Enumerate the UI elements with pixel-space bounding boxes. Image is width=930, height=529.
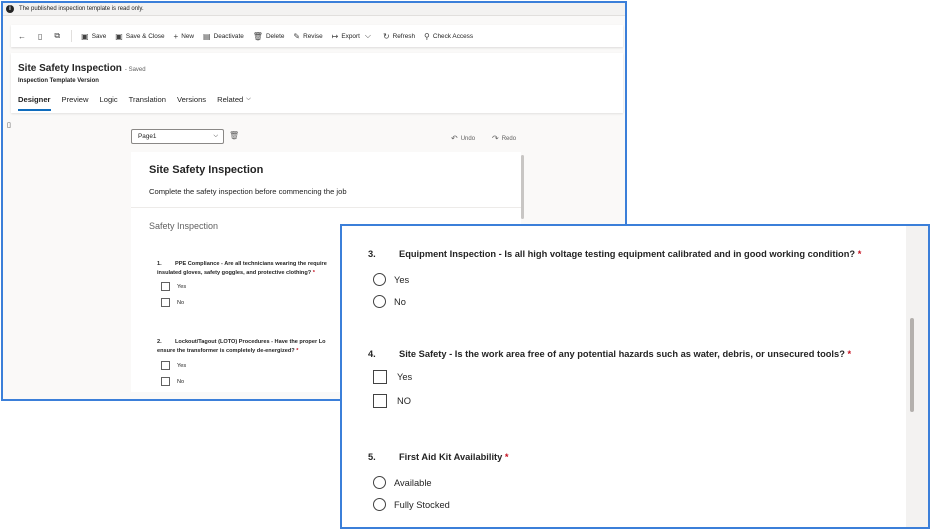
divider [131,207,521,208]
q4-option-no[interactable]: NO [373,394,411,408]
deactivate-button[interactable]: ▤ Deactivate [203,32,244,41]
question-3: 3. Equipment Inspection - Is all high vol… [368,249,862,259]
clipboard-icon[interactable]: ▯ [7,121,11,129]
q5-option-available[interactable]: Available [373,476,432,489]
radio-button[interactable] [373,273,386,286]
q4-option-yes[interactable]: Yes [373,370,412,384]
checkbox[interactable] [373,394,387,408]
q1-option-yes[interactable]: Yes [161,282,186,291]
save-close-button[interactable]: ▣ Save & Close [115,32,164,41]
q3-option-yes[interactable]: Yes [373,273,409,286]
new-button[interactable]: + New [174,32,194,41]
open-new-window-button[interactable]: ⧉ [54,31,63,41]
redo-icon: ↷ [492,134,499,143]
delete-page-icon[interactable]: 🗑 [229,131,239,140]
q2-option-no[interactable]: No [161,377,184,386]
chevron-down-icon: ⌵ [364,31,371,40]
read-only-notification: i The published inspection template is r… [3,3,625,16]
question-5: 5. First Aid Kit Availability * [368,452,509,462]
tab-related[interactable]: Related ⌵ [217,95,251,107]
save-status: - Saved [124,67,146,73]
checkbox[interactable] [161,377,170,386]
entity-name: Inspection Template Version [18,78,99,84]
trash-icon: 🗑 [252,31,263,41]
divider [71,30,73,42]
info-icon: i [6,5,14,13]
tab-list: Designer Preview Logic Translation Versi… [18,95,262,111]
form-title: Site Safety Inspection [149,164,264,176]
radio-button[interactable] [373,295,386,308]
refresh-icon: ↻ [382,31,390,41]
chevron-down-icon: ⌵ [246,96,251,102]
deactivate-icon: ▤ [203,31,211,41]
chevron-down-icon: ⌵ [213,133,218,139]
q5-option-fully-stocked[interactable]: Fully Stocked [373,498,450,511]
command-bar: ← ▯ ⧉ ▣ Save ▣ Save & Close + New ▤ Deactiva… [11,25,623,47]
question-4: 4. Site Safety - Is the work area free of… [368,349,852,359]
checkbox[interactable] [373,370,387,384]
scrollbar-thumb[interactable] [910,318,914,412]
tab-logic[interactable]: Logic [100,95,118,107]
export-button[interactable]: ↦ Export ⌵ [332,31,374,41]
tab-designer[interactable]: Designer [18,95,51,111]
canvas-scrollbar[interactable] [521,155,524,219]
save-icon: ▣ [81,31,89,41]
back-arrow-icon: ← [18,31,26,41]
record-set-button[interactable]: ▯ [38,32,45,41]
checkbox[interactable] [161,282,170,291]
tab-preview[interactable]: Preview [62,95,89,107]
save-button[interactable]: ▣ Save [81,32,106,41]
radio-button[interactable] [373,498,386,511]
form-description: Complete the safety inspection before co… [149,187,347,196]
save-close-icon: ▣ [115,31,123,41]
section-title: Safety Inspection [149,221,219,231]
revise-button[interactable]: ✎ Revise [293,32,322,41]
page-select[interactable]: Page1 ⌵ [131,129,224,144]
q2-option-yes[interactable]: Yes [161,361,186,370]
tab-translation[interactable]: Translation [129,95,166,107]
back-button[interactable]: ← [18,32,29,41]
preview-zoom-panel: 3. Equipment Inspection - Is all high vol… [340,224,930,529]
q1-option-no[interactable]: No [161,298,184,307]
checkbox[interactable] [161,361,170,370]
plus-icon: + [173,31,179,41]
q3-option-no[interactable]: No [373,295,406,308]
popout-icon: ⧉ [54,31,61,40]
pencil-icon: ✎ [293,31,301,41]
radio-button[interactable] [373,476,386,489]
check-access-button[interactable]: ⚲ Check Access [424,32,473,41]
checkbox[interactable] [161,298,170,307]
redo-button[interactable]: ↷ Redo [492,134,516,143]
record-title: Site Safety Inspection - Saved [18,63,146,74]
record-header: Site Safety Inspection - Saved Inspection… [11,53,623,113]
undo-icon: ↶ [451,134,458,143]
export-icon: ↦ [331,31,339,41]
refresh-button[interactable]: ↻ Refresh [383,32,415,41]
delete-button[interactable]: 🗑 Delete [253,32,285,41]
tab-versions[interactable]: Versions [177,95,206,107]
search-icon: ⚲ [424,31,430,41]
notification-text: The published inspection template is rea… [19,6,144,12]
document-icon: ▯ [38,31,43,41]
undo-button[interactable]: ↶ Undo [451,134,475,143]
